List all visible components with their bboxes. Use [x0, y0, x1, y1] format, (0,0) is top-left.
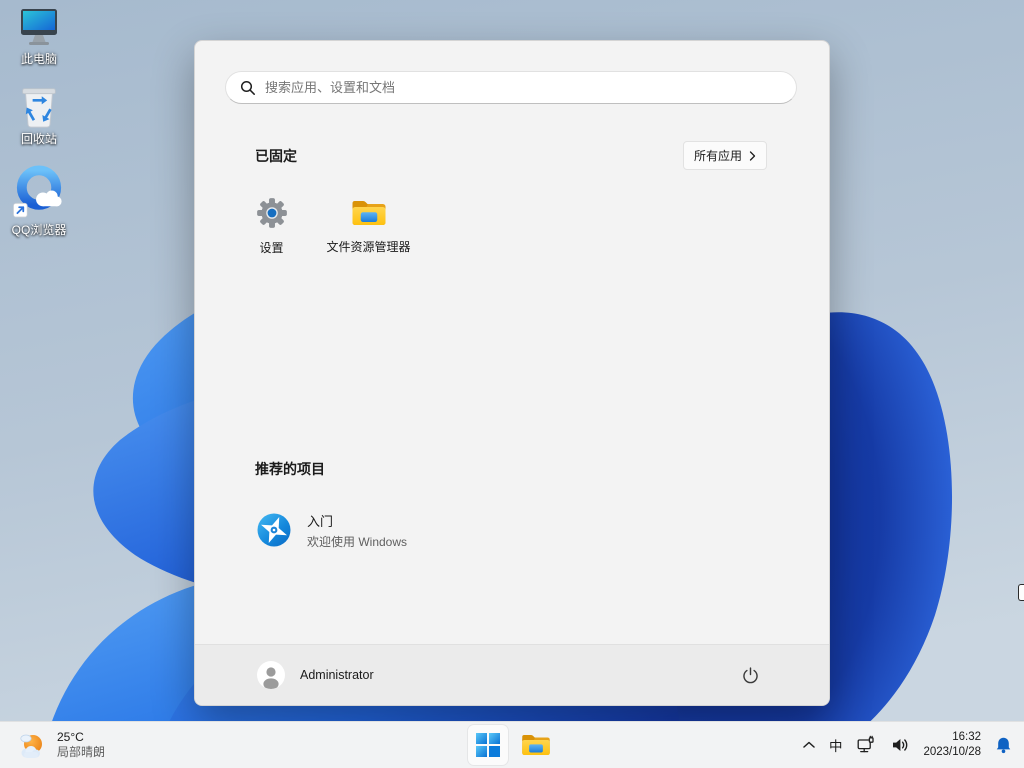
- weather-widget[interactable]: 25°C 局部晴朗: [10, 722, 111, 768]
- ime-indicator-button[interactable]: 中: [822, 726, 850, 764]
- pinned-apps-grid: 设置 文件资源管理器: [223, 182, 417, 270]
- this-pc-icon: [18, 6, 60, 50]
- desktop: 此电脑 回收站 QQ浏览器 搜索应用、设置和文档 已固定 所有应用 设置 文件资…: [0, 0, 1024, 768]
- ethernet-network-icon: [856, 735, 876, 755]
- clock-button[interactable]: 16:32 2023/10/28: [917, 730, 987, 760]
- pinned-app-file-explorer[interactable]: 文件资源管理器: [320, 182, 417, 270]
- desktop-icon-list: 此电脑 回收站 QQ浏览器: [6, 6, 72, 237]
- tray-show-hidden-icons-button[interactable]: [796, 726, 822, 764]
- start-search-box[interactable]: [225, 71, 797, 104]
- desktop-icon-label: QQ浏览器: [11, 223, 67, 237]
- taskbar-center: [468, 722, 556, 768]
- recommended-item-get-started[interactable]: 入门 欢迎使用 Windows: [239, 501, 539, 559]
- desktop-icon-this-pc[interactable]: 此电脑: [6, 6, 72, 66]
- search-input[interactable]: [265, 80, 782, 95]
- all-apps-button[interactable]: 所有应用: [682, 141, 767, 170]
- weather-condition: 局部晴朗: [57, 745, 106, 759]
- settings-gear-icon: [255, 196, 289, 230]
- start-button[interactable]: [468, 725, 508, 765]
- ime-mode-label: 中: [828, 739, 843, 754]
- volume-button[interactable]: [883, 726, 917, 764]
- system-tray: 中 16:32 2023/10/28: [796, 722, 1020, 768]
- start-user-bar: Administrator: [195, 644, 829, 705]
- windows-logo-icon: [476, 733, 500, 757]
- power-icon: [741, 666, 760, 685]
- search-icon: [240, 80, 256, 96]
- clock-date: 2023/10/28: [923, 746, 981, 758]
- desktop-icon-qq-browser[interactable]: QQ浏览器: [6, 164, 72, 237]
- desktop-icon-recycle-bin[interactable]: 回收站: [6, 84, 72, 146]
- network-button[interactable]: [849, 726, 883, 764]
- get-started-icon: [256, 512, 292, 548]
- pinned-section-header: 已固定 所有应用: [255, 141, 767, 170]
- recommended-title: 推荐的项目: [255, 461, 325, 477]
- notifications-button[interactable]: [987, 726, 1020, 764]
- pinned-app-settings[interactable]: 设置: [223, 182, 320, 270]
- edge-panel-handle[interactable]: [1018, 584, 1024, 601]
- chevron-up-icon: [803, 741, 815, 749]
- user-account-button[interactable]: Administrator: [257, 661, 374, 689]
- taskbar: 25°C 局部晴朗 中 16:32 2023/10/28: [0, 721, 1024, 768]
- recommended-section-header: 推荐的项目: [255, 459, 767, 479]
- avatar: [257, 661, 285, 689]
- desktop-icon-label: 此电脑: [20, 52, 57, 66]
- desktop-icon-label: 回收站: [20, 132, 57, 146]
- power-button[interactable]: [733, 658, 767, 692]
- chevron-right-icon: [749, 150, 756, 161]
- pinned-app-label: 文件资源管理器: [326, 240, 411, 254]
- file-explorer-icon: [351, 197, 387, 229]
- clock-time: 16:32: [952, 731, 981, 743]
- recommended-item-title: 入门: [307, 513, 334, 529]
- pinned-app-label: 设置: [259, 241, 284, 255]
- user-name: Administrator: [300, 668, 374, 682]
- recycle-bin-icon: [17, 84, 61, 130]
- weather-icon: [16, 729, 48, 761]
- file-explorer-icon: [521, 732, 551, 758]
- taskbar-file-explorer-button[interactable]: [516, 725, 556, 765]
- pinned-title: 已固定: [255, 147, 297, 164]
- start-menu: 已固定 所有应用: [194, 40, 830, 706]
- weather-temperature: 25°C: [57, 730, 84, 744]
- all-apps-label: 所有应用: [693, 149, 742, 163]
- speaker-volume-icon: [890, 735, 910, 755]
- qq-browser-icon: [12, 164, 66, 221]
- recommended-item-subtitle: 欢迎使用 Windows: [307, 534, 408, 549]
- notification-bell-icon: [994, 736, 1013, 755]
